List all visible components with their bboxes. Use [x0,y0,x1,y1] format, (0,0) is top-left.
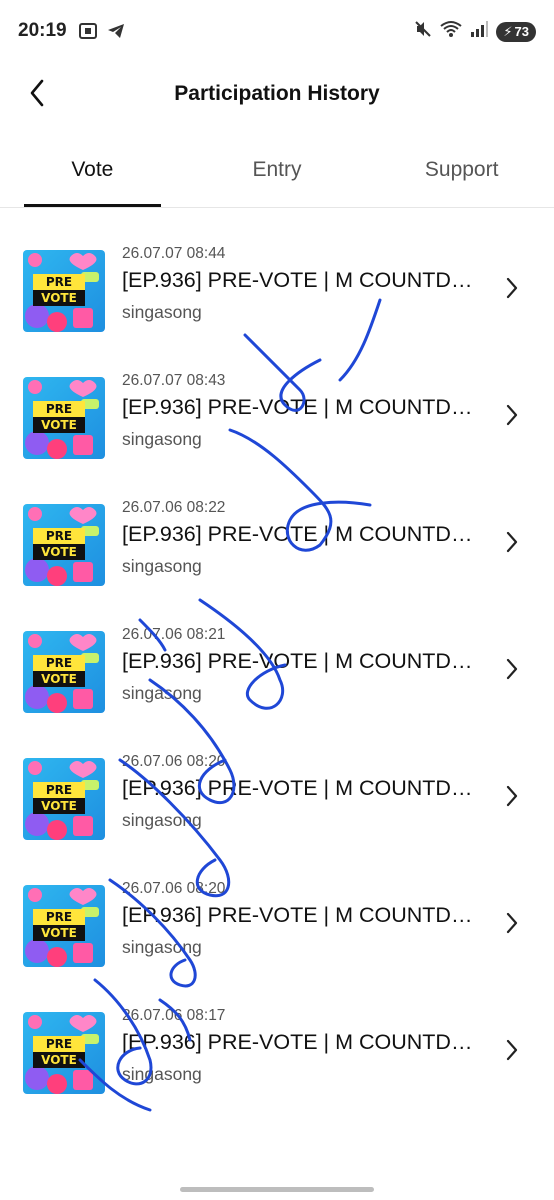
thumbnail-text-vote: VOTE [41,291,77,305]
pre-vote-thumbnail: PRE VOTE [23,504,105,586]
battery-icon: ⚡ 73 [496,21,536,42]
tab-vote[interactable]: Vote [0,140,185,207]
pre-vote-thumbnail: PRE VOTE [23,250,105,332]
vote-title: [EP.936] PRE-VOTE | M COUNTDOWN [122,268,477,292]
list-item-meta: 26.07.06 08:17 [EP.936] PRE-VOTE | M COU… [122,1007,482,1085]
vote-date: 26.07.06 08:22 [122,499,226,516]
chevron-right-icon [504,403,520,427]
thumbnail-text-vote: VOTE [41,926,77,940]
thumbnail-text-pre: PRE [45,910,73,924]
page-title: Participation History [174,82,380,105]
list-item[interactable]: PRE VOTE 26.07.07 08:43 [EP.936] PRE-VOT… [0,335,554,462]
battery-level: 73 [514,24,529,39]
vote-date: 26.07.06 08:21 [122,626,226,643]
mute-icon [414,20,432,43]
vote-title: [EP.936] PRE-VOTE | M COUNTDOWN [122,522,477,546]
list-item-meta: 26.07.07 08:43 [EP.936] PRE-VOTE | M COU… [122,372,482,450]
tab-entry[interactable]: Entry [185,140,370,207]
vote-artist: singasong [122,937,202,957]
list-item-meta: 26.07.06 08:22 [EP.936] PRE-VOTE | M COU… [122,499,482,577]
list-item[interactable]: PRE VOTE 26.07.06 08:20 [EP.936] PRE-VOT… [0,843,554,970]
vote-date: 26.07.07 08:43 [122,372,226,389]
vote-title: [EP.936] PRE-VOTE | M COUNTDOWN [122,395,477,419]
list-item-meta: 26.07.06 08:20 [EP.936] PRE-VOTE | M COU… [122,753,482,831]
status-left-icons [78,22,126,45]
pre-vote-thumbnail: PRE VOTE [23,1012,105,1094]
vote-date: 26.07.06 08:20 [122,753,226,770]
list-item[interactable]: PRE VOTE 26.07.06 08:17 [EP.936] PRE-VOT… [0,970,554,1097]
vote-history-list[interactable]: PRE VOTE 26.07.07 08:45 [EP.936] PRE-VOT… [0,208,554,1193]
thumbnail-text-vote: VOTE [41,799,77,813]
thumbnail-text-pre: PRE [45,1037,73,1051]
chevron-right-icon [504,1038,520,1062]
home-indicator[interactable] [180,1187,374,1192]
vote-artist: singasong [122,556,202,576]
tab-bar: Vote Entry Support [0,140,554,208]
chevron-right-icon [504,784,520,808]
list-item[interactable]: PRE VOTE 26.07.07 08:44 [EP.936] PRE-VOT… [0,208,554,335]
status-time: 20:19 [18,20,67,41]
list-item-meta: 26.07.07 08:44 [EP.936] PRE-VOTE | M COU… [122,245,482,323]
thumbnail-text-vote: VOTE [41,418,77,432]
thumbnail-text-pre: PRE [45,275,73,289]
pre-vote-thumbnail: PRE VOTE [23,758,105,840]
vote-title: [EP.936] PRE-VOTE | M COUNTDOWN [122,776,477,800]
screenshot-icon [78,22,98,45]
chevron-right-icon [504,276,520,300]
header: Participation History [0,62,554,128]
vote-date: 26.07.07 08:44 [122,245,226,262]
list-item[interactable]: PRE VOTE 26.07.06 08:22 [EP.936] PRE-VOT… [0,462,554,589]
tab-support[interactable]: Support [369,140,554,207]
thumbnail-text-pre: PRE [45,529,73,543]
vote-artist: singasong [122,810,202,830]
status-right-icons: ⚡ 73 [414,20,536,43]
vote-artist: singasong [122,429,202,449]
vote-artist: singasong [122,302,202,322]
vote-title: [EP.936] PRE-VOTE | M COUNTDOWN [122,903,477,927]
vote-date: 26.07.06 08:20 [122,880,226,897]
vote-date: 26.07.06 08:17 [122,1007,226,1024]
thumbnail-text-vote: VOTE [41,1053,77,1067]
list-item-meta: 26.07.06 08:21 [EP.936] PRE-VOTE | M COU… [122,626,482,704]
vote-title: [EP.936] PRE-VOTE | M COUNTDOWN [122,1030,477,1054]
chevron-right-icon [504,911,520,935]
thumbnail-text-pre: PRE [45,783,73,797]
vote-artist: singasong [122,1064,202,1084]
signal-icon [470,20,489,43]
pre-vote-thumbnail: PRE VOTE [23,377,105,459]
telegram-icon [106,22,126,45]
thumbnail-text-pre: PRE [45,402,73,416]
chevron-right-icon [504,530,520,554]
list-item[interactable]: PRE VOTE 26.07.06 08:21 [EP.936] PRE-VOT… [0,589,554,716]
pre-vote-thumbnail: PRE VOTE [23,631,105,713]
thumbnail-text-pre: PRE [45,656,73,670]
chevron-right-icon [504,657,520,681]
thumbnail-text-vote: VOTE [41,545,77,559]
list-item[interactable]: PRE VOTE 26.07.06 08:20 [EP.936] PRE-VOT… [0,716,554,843]
vote-artist: singasong [122,683,202,703]
vote-title: [EP.936] PRE-VOTE | M COUNTDOWN [122,649,477,673]
pre-vote-thumbnail: PRE VOTE [23,885,105,967]
thumbnail-text-vote: VOTE [41,672,77,686]
list-item-meta: 26.07.06 08:20 [EP.936] PRE-VOTE | M COU… [122,880,482,958]
wifi-icon [440,20,463,43]
status-bar: 20:19 ⚡ 73 [0,0,554,62]
